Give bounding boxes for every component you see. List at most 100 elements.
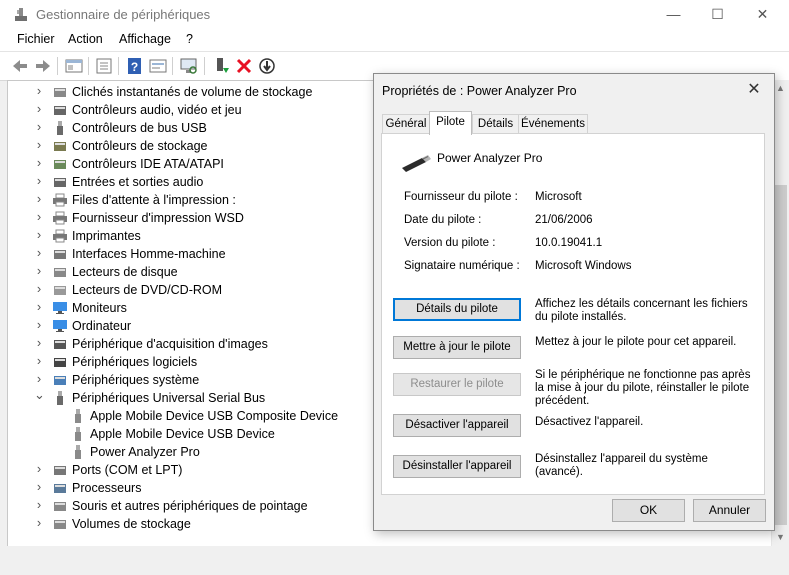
svg-text:?: ? xyxy=(131,60,138,74)
software-device-icon xyxy=(54,358,66,367)
expand-arrow-icon[interactable]: › xyxy=(34,119,44,134)
expand-arrow-icon[interactable]: › xyxy=(34,173,44,188)
tree-category[interactable]: ⌄ Périphériques Universal Serial Bus xyxy=(8,387,378,407)
rollback-driver-desc: Si le périphérique ne fonctionne pas apr… xyxy=(535,369,751,407)
storage-controller-icon xyxy=(54,142,66,151)
menu-affichage[interactable]: Affichage xyxy=(119,32,171,46)
tree-category[interactable]: › Volumes de stockage xyxy=(8,515,378,533)
expand-arrow-icon[interactable]: › xyxy=(34,479,44,494)
tree-item-label: Souris et autres périphériques de pointa… xyxy=(72,499,308,513)
cancel-button[interactable]: Annuler xyxy=(693,499,766,522)
expand-arrow-icon[interactable]: › xyxy=(34,83,44,98)
usb-icon xyxy=(57,391,63,405)
expand-arrow-icon[interactable]: › xyxy=(34,245,44,260)
close-window-button[interactable]: ✕ xyxy=(740,2,785,26)
tree-item-label: Périphériques Universal Serial Bus xyxy=(72,391,266,405)
tree-category[interactable]: › Fournisseur d'impression WSD xyxy=(8,209,378,227)
tree-category[interactable]: › Entrées et sorties audio xyxy=(8,173,378,191)
expand-arrow-icon[interactable]: › xyxy=(34,263,44,278)
tab-details[interactable]: Détails xyxy=(472,114,519,134)
menu-action[interactable]: Action xyxy=(68,32,103,46)
driver-details-desc: Affichez les détails concernant les fich… xyxy=(535,298,748,323)
enable-device-icon[interactable] xyxy=(212,56,232,76)
tree-item-label: Fournisseur d'impression WSD xyxy=(72,211,244,225)
print-queue-icon xyxy=(53,193,67,207)
usb-device-icon xyxy=(402,155,431,172)
tree-child-item[interactable]: Apple Mobile Device USB Composite Device xyxy=(8,407,378,425)
properties-icon[interactable] xyxy=(94,56,114,76)
disable-device-button[interactable]: Désactiver l'appareil xyxy=(393,414,521,437)
expand-arrow-icon[interactable]: › xyxy=(34,299,44,314)
expand-arrow-icon[interactable]: › xyxy=(34,191,44,206)
collapse-arrow-icon[interactable]: ⌄ xyxy=(34,387,45,403)
expand-arrow-icon[interactable]: › xyxy=(34,461,44,476)
help-icon[interactable]: ? xyxy=(125,56,145,76)
tree-category[interactable]: › Files d'attente à l'impression : xyxy=(8,191,378,209)
expand-arrow-icon[interactable]: › xyxy=(34,101,44,116)
expand-arrow-icon[interactable]: › xyxy=(34,317,44,332)
tree-category[interactable]: › Moniteurs xyxy=(8,299,378,317)
tree-category[interactable]: › Contrôleurs de bus USB xyxy=(8,119,378,137)
device-view-icon[interactable] xyxy=(64,56,84,76)
scroll-up-icon[interactable]: ▲ xyxy=(776,83,785,93)
tree-item-label: Contrôleurs de stockage xyxy=(72,139,208,153)
expand-arrow-icon[interactable]: › xyxy=(34,137,44,152)
storage-volume-icon xyxy=(54,520,66,529)
tab-general[interactable]: Général xyxy=(382,114,430,134)
expand-arrow-icon[interactable]: › xyxy=(34,209,44,224)
back-arrow-icon[interactable] xyxy=(10,56,30,76)
usb-device-icon xyxy=(75,427,81,441)
scan-hardware-icon[interactable] xyxy=(179,56,199,76)
tree-category[interactable]: › Contrôleurs IDE ATA/ATAPI xyxy=(8,155,378,173)
system-device-icon xyxy=(54,376,66,385)
tree-category[interactable]: › Lecteurs de disque xyxy=(8,263,378,281)
update-driver-button[interactable]: Mettre à jour le pilote xyxy=(393,336,521,359)
rollback-driver-button[interactable]: Restaurer le pilote xyxy=(393,373,521,396)
expand-arrow-icon[interactable]: › xyxy=(34,353,44,368)
tree-category[interactable]: › Imprimantes xyxy=(8,227,378,245)
tree-category[interactable]: › Contrôleurs audio, vidéo et jeu xyxy=(8,101,378,119)
disk-drive-icon xyxy=(54,268,66,277)
update-driver-icon[interactable] xyxy=(257,56,277,76)
tree-child-item[interactable]: Apple Mobile Device USB Device xyxy=(8,425,378,443)
horizontal-scrollbar[interactable] xyxy=(7,546,772,566)
expand-arrow-icon[interactable]: › xyxy=(34,515,44,530)
tree-item-label: Lecteurs de DVD/CD-ROM xyxy=(72,283,223,297)
hid-icon xyxy=(54,250,66,259)
tree-category[interactable]: › Contrôleurs de stockage xyxy=(8,137,378,155)
tree-item-label: Processeurs xyxy=(72,481,142,495)
forward-arrow-icon[interactable] xyxy=(33,56,53,76)
tree-category[interactable]: › Interfaces Homme-machine xyxy=(8,245,378,263)
menu-fichier[interactable]: Fichier xyxy=(17,32,55,46)
tree-category[interactable]: › Périphérique d'acquisition d'images xyxy=(8,335,378,353)
tree-category[interactable]: › Processeurs xyxy=(8,479,378,497)
minimize-button[interactable]: — xyxy=(651,2,696,26)
expand-arrow-icon[interactable]: › xyxy=(34,155,44,170)
tab-pilote[interactable]: Pilote xyxy=(429,111,472,135)
expand-arrow-icon[interactable]: › xyxy=(34,227,44,242)
expand-arrow-icon[interactable]: › xyxy=(34,335,44,350)
uninstall-device-button[interactable]: Désinstaller l'appareil xyxy=(393,455,521,478)
expand-arrow-icon[interactable]: › xyxy=(34,371,44,386)
tree-category[interactable]: › Ports (COM et LPT) xyxy=(8,461,378,479)
tree-category[interactable]: › Périphériques logiciels xyxy=(8,353,378,371)
toolbar-separator xyxy=(88,57,89,75)
scroll-down-icon[interactable]: ▼ xyxy=(776,532,785,542)
expand-arrow-icon[interactable]: › xyxy=(34,497,44,512)
driver-details-button[interactable]: Détails du pilote xyxy=(393,298,521,321)
tree-category[interactable]: › Souris et autres périphériques de point… xyxy=(8,497,378,515)
tree-child-item[interactable]: Power Analyzer Pro xyxy=(8,443,378,461)
tab-evenements[interactable]: Événements xyxy=(518,114,588,134)
uninstall-icon[interactable] xyxy=(234,56,254,76)
dialog-close-button[interactable]: ✕ xyxy=(740,78,768,102)
menu-help[interactable]: ? xyxy=(186,32,193,46)
tree-category[interactable]: › Périphériques système xyxy=(8,371,378,389)
scrollbar-thumb[interactable] xyxy=(774,185,787,525)
ok-button[interactable]: OK xyxy=(612,499,685,522)
tree-category[interactable]: › Clichés instantanés de volume de stocka… xyxy=(8,83,378,101)
tree-category[interactable]: › Lecteurs de DVD/CD-ROM xyxy=(8,281,378,299)
tree-category[interactable]: › Ordinateur xyxy=(8,317,378,335)
maximize-button[interactable]: ☐ xyxy=(695,2,740,26)
expand-arrow-icon[interactable]: › xyxy=(34,281,44,296)
resources-view-icon[interactable] xyxy=(148,56,168,76)
